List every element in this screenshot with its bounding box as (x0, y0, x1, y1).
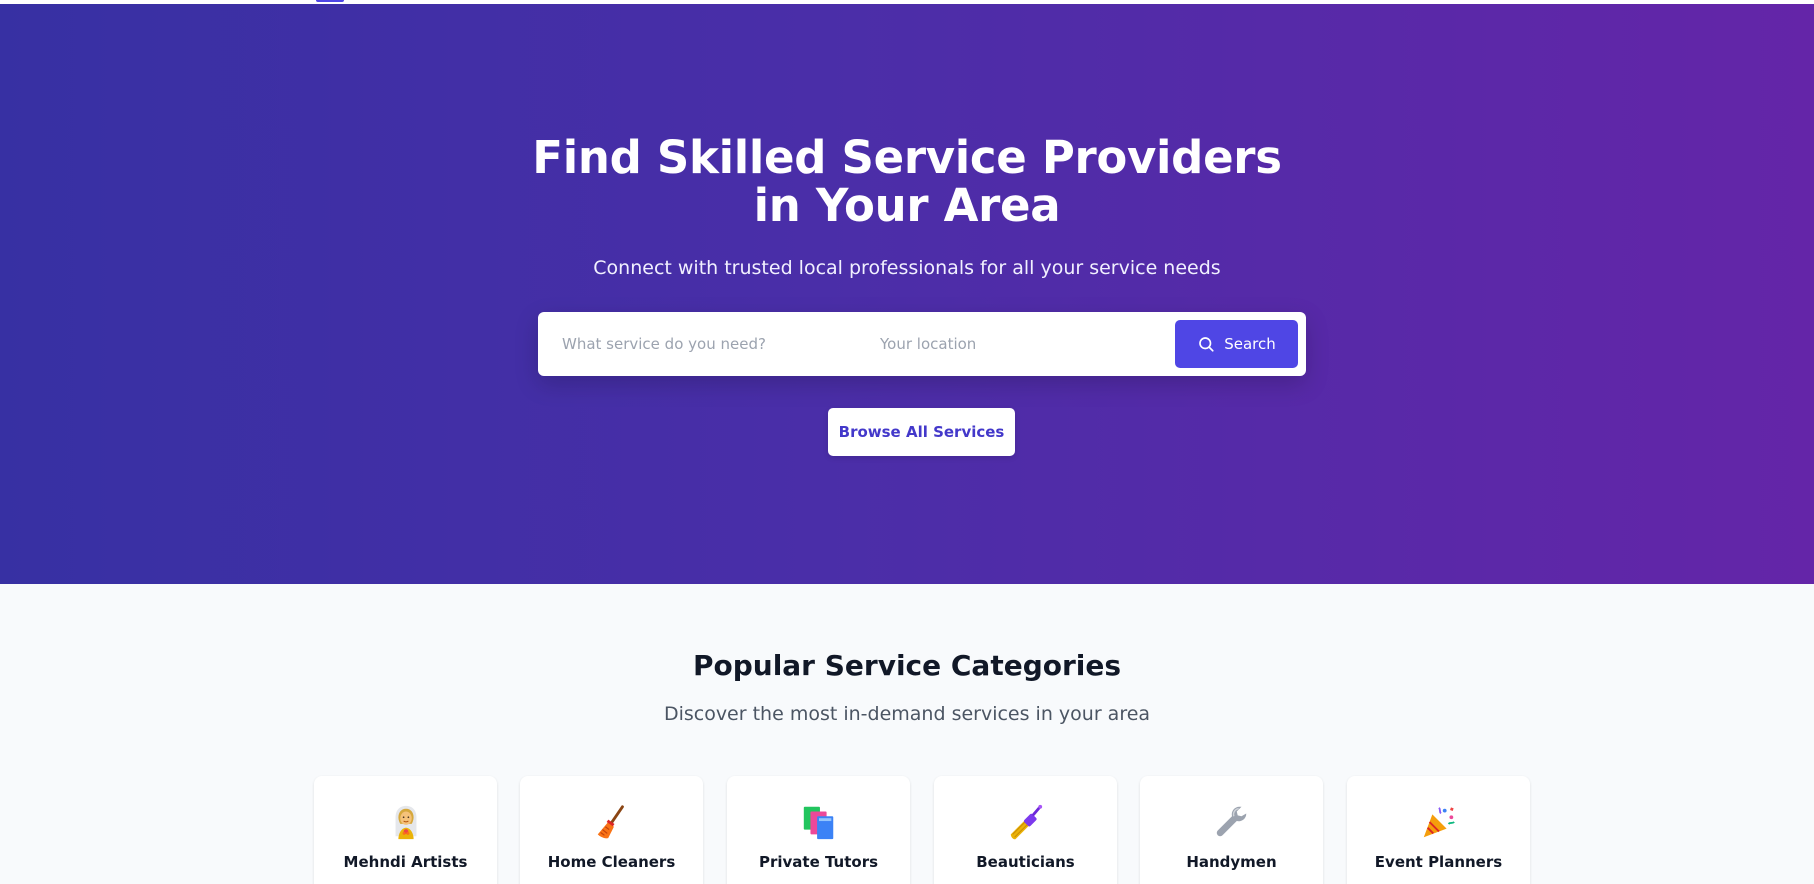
party-popper-icon (1347, 802, 1530, 842)
browse-all-services-button[interactable]: Browse All Services (828, 408, 1015, 456)
category-card-event-planners[interactable]: Event Planners (1347, 776, 1530, 884)
category-label: Handymen (1186, 853, 1277, 871)
browse-all-services-label: Browse All Services (838, 423, 1005, 441)
category-card-handymen[interactable]: Handymen (1140, 776, 1323, 884)
category-label: Beauticians (976, 853, 1075, 871)
nav-active-indicator (316, 0, 344, 2)
hero-section: Find Skilled Service Providers in Your A… (0, 4, 1814, 584)
books-icon (727, 802, 910, 842)
service-search-input[interactable] (562, 329, 852, 359)
search-bar: Search (538, 312, 1306, 376)
search-icon (1199, 337, 1214, 352)
broom-icon (520, 802, 703, 842)
category-card-home-cleaners[interactable]: Home Cleaners (520, 776, 703, 884)
location-input[interactable] (880, 329, 1170, 359)
category-label: Home Cleaners (547, 853, 676, 871)
category-label: Mehndi Artists (343, 853, 468, 871)
search-button[interactable]: Search (1175, 320, 1298, 368)
category-card-private-tutors[interactable]: Private Tutors (727, 776, 910, 884)
category-card-mehndi-artists[interactable]: Mehndi Artists (314, 776, 497, 884)
category-card-beauticians[interactable]: Beauticians (934, 776, 1117, 884)
category-label: Event Planners (1374, 853, 1503, 871)
categories-subtitle: Discover the most in-demand services in … (663, 703, 1151, 725)
nail-polish-icon (934, 802, 1117, 842)
hero-subtitle: Connect with trusted local professionals… (593, 257, 1221, 279)
wrench-icon (1140, 802, 1323, 842)
search-button-label: Search (1224, 335, 1276, 353)
categories-title: Popular Service Categories (692, 649, 1122, 682)
hero-title: Find Skilled Service Providers in Your A… (532, 131, 1282, 232)
bride-icon (314, 802, 497, 842)
category-label: Private Tutors (758, 853, 879, 871)
